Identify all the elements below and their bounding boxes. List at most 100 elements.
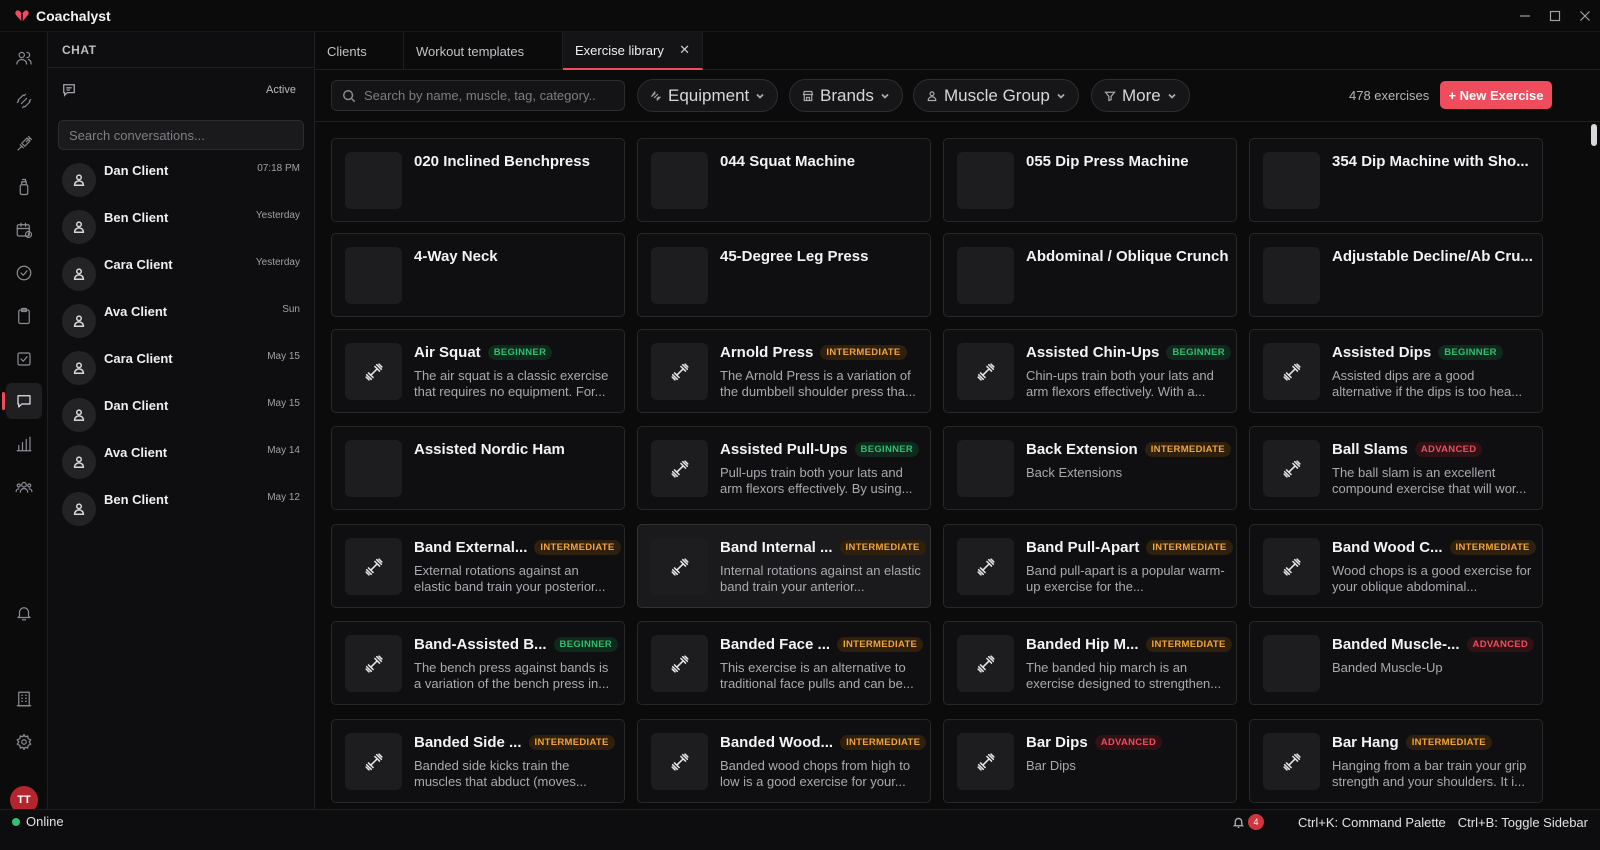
exercise-card[interactable]: 354 Dip Machine with Sho... [1249, 138, 1543, 222]
active-filter[interactable]: Active [266, 84, 296, 96]
exercise-card[interactable]: Banded Face ... INTERMEDIATE This exercise… [637, 621, 931, 705]
conversation-name: Cara Client [104, 351, 173, 366]
scrollbar-thumb[interactable] [1591, 124, 1597, 146]
new-message-icon[interactable] [62, 83, 76, 97]
exercise-card[interactable]: Air Squat BEGINNER The air squat is a clas… [331, 329, 625, 413]
exercise-card[interactable]: 4-Way Neck [331, 233, 625, 317]
exercise-card[interactable]: Banded Muscle-... ADVANCED Banded Muscle-U… [1249, 621, 1543, 705]
exercise-description: Bar Dips [1026, 758, 1076, 773]
exercise-description: The banded hip march is an exercise desi… [1026, 660, 1222, 691]
tab-workout-templates[interactable]: Workout templates [404, 32, 563, 70]
maximize-button[interactable] [1540, 0, 1570, 32]
difficulty-badge: INTERMEDIATE [820, 345, 907, 360]
exercise-description: Pull-ups train both your lats and arm fl… [720, 465, 913, 496]
chat-nav-icon[interactable] [2, 383, 42, 419]
exercise-card[interactable]: Ball Slams ADVANCED The ball slam is an ex… [1249, 426, 1543, 510]
bottle-nav-icon[interactable] [6, 169, 42, 205]
exercise-card[interactable]: Bar Hang INTERMEDIATE Hanging from a bar t… [1249, 719, 1543, 803]
exercise-title: Band-Assisted B... [414, 636, 547, 653]
exercise-card[interactable]: Band Pull-Apart INTERMEDIATE Band pull-apa… [943, 524, 1237, 608]
tab-clients[interactable]: Clients [315, 32, 404, 70]
conversation-item[interactable]: Ava Client Sun [48, 299, 314, 346]
difficulty-badge: INTERMEDIATE [1144, 442, 1231, 457]
conversation-item[interactable]: Cara Client May 15 [48, 346, 314, 393]
brands-filter[interactable]: Brands [789, 79, 903, 112]
exercise-card[interactable]: Assisted Chin-Ups BEGINNER Chin-ups train … [943, 329, 1237, 413]
exercise-card[interactable]: Banded Side ... INTERMEDIATE Banded side k… [331, 719, 625, 803]
exercise-card[interactable]: Band Wood C... INTERMEDIATE Wood chops is … [1249, 524, 1543, 608]
conversation-item[interactable]: Ben Client Yesterday [48, 205, 314, 252]
exercise-card[interactable]: Band External... INTERMEDIATE External rot… [331, 524, 625, 608]
exercise-card[interactable]: Banded Wood... INTERMEDIATE Banded wood ch… [637, 719, 931, 803]
exercise-card[interactable]: Banded Hip M... INTERMEDIATE The banded hi… [943, 621, 1237, 705]
tab-exercise-library[interactable]: Exercise library ✕ [563, 32, 703, 70]
clipboard-nav-icon[interactable] [6, 298, 42, 334]
conversation-search-input[interactable] [69, 127, 303, 143]
difficulty-badge: INTERMEDIATE [1449, 540, 1536, 555]
exercise-title: 354 Dip Machine with Sho... [1332, 153, 1529, 170]
exercise-title: 055 Dip Press Machine [1026, 153, 1189, 170]
new-exercise-button[interactable]: + New Exercise [1440, 81, 1552, 109]
exercise-title: Banded Hip M... [1026, 636, 1139, 653]
difficulty-badge: INTERMEDIATE [528, 735, 615, 750]
chart-nav-icon[interactable] [6, 426, 42, 462]
muscle-group-filter[interactable]: Muscle Group [913, 79, 1079, 112]
check-circle-nav-icon[interactable] [6, 255, 42, 291]
team-nav-icon[interactable] [6, 469, 42, 505]
conversation-name: Ben Client [104, 210, 169, 225]
scrollbar[interactable] [1591, 124, 1597, 824]
more-filter[interactable]: More [1091, 79, 1190, 112]
conversation-item[interactable]: Dan Client 07:18 PM [48, 158, 314, 205]
conversation-item[interactable]: Cara Client Yesterday [48, 252, 314, 299]
exercise-card[interactable]: Abdominal / Oblique Crunch [943, 233, 1237, 317]
difficulty-badge: BEGINNER [487, 345, 553, 360]
exercise-card[interactable]: Bar Dips ADVANCED Bar Dips [943, 719, 1237, 803]
client-avatar-icon [62, 163, 96, 197]
exercise-search-input[interactable] [364, 88, 614, 103]
exercise-title: Banded Face ... [720, 636, 831, 653]
exercise-card[interactable]: Assisted Pull-Ups BEGINNER Pull-ups train … [637, 426, 931, 510]
building-nav-icon[interactable] [6, 681, 42, 717]
calendar-clock-nav-icon[interactable] [6, 212, 42, 248]
exercise-title: Assisted Pull-Ups [720, 441, 848, 458]
notifications-button[interactable]: 4 [1232, 814, 1265, 830]
exercise-card[interactable]: Adjustable Decline/Ab Cru... [1249, 233, 1543, 317]
exercise-card[interactable]: 020 Inclined Benchpress [331, 138, 625, 222]
dumbbell-icon [1263, 343, 1320, 400]
exercise-card[interactable]: 055 Dip Press Machine [943, 138, 1237, 222]
close-window-button[interactable] [1570, 0, 1600, 32]
exercise-thumbnail [651, 152, 708, 209]
toggle-sidebar-shortcut[interactable]: Ctrl+B: Toggle Sidebar [1458, 815, 1588, 830]
close-tab-icon[interactable]: ✕ [679, 42, 690, 58]
conversation-search[interactable] [58, 120, 304, 150]
equipment-filter[interactable]: Equipment [637, 79, 779, 112]
chat-header: CHAT [48, 32, 314, 68]
exercise-search[interactable] [331, 80, 625, 111]
syringe-nav-icon[interactable] [6, 126, 42, 162]
dumbbell-nav-icon[interactable] [6, 83, 42, 119]
conversation-item[interactable]: Dan Client May 15 [48, 393, 314, 440]
exercise-card[interactable]: Back Extension INTERMEDIATE Back Extension… [943, 426, 1237, 510]
exercise-card[interactable]: Band-Assisted B... BEGINNER The bench pres… [331, 621, 625, 705]
chevron-down-icon [756, 93, 764, 99]
exercise-title: Assisted Dips [1332, 344, 1432, 361]
exercise-card[interactable]: 45-Degree Leg Press [637, 233, 931, 317]
exercise-card[interactable]: 044 Squat Machine [637, 138, 931, 222]
exercise-card[interactable]: Assisted Nordic Ham [331, 426, 625, 510]
exercise-title: 020 Inclined Benchpress [414, 153, 590, 170]
conversation-item[interactable]: Ben Client May 12 [48, 487, 314, 534]
dumbbell-icon [651, 343, 708, 400]
exercise-card[interactable]: Arnold Press INTERMEDIATE The Arnold Press… [637, 329, 931, 413]
command-palette-shortcut[interactable]: Ctrl+K: Command Palette [1298, 815, 1446, 830]
conversation-time: May 12 [267, 492, 300, 503]
exercise-title: Band Pull-Apart [1026, 539, 1140, 556]
settings-gear-icon[interactable] [6, 724, 42, 760]
clients-nav-icon[interactable] [6, 40, 42, 76]
conversation-item[interactable]: Ava Client May 14 [48, 440, 314, 487]
minimize-button[interactable] [1510, 0, 1540, 32]
dumbbell-icon [345, 733, 402, 790]
exercise-card[interactable]: Band Internal ... INTERMEDIATE Internal ro… [637, 524, 931, 608]
checkbox-nav-icon[interactable] [6, 341, 42, 377]
exercise-card[interactable]: Assisted Dips BEGINNER Assisted dips are a… [1249, 329, 1543, 413]
bell-nav-icon[interactable] [6, 595, 42, 631]
